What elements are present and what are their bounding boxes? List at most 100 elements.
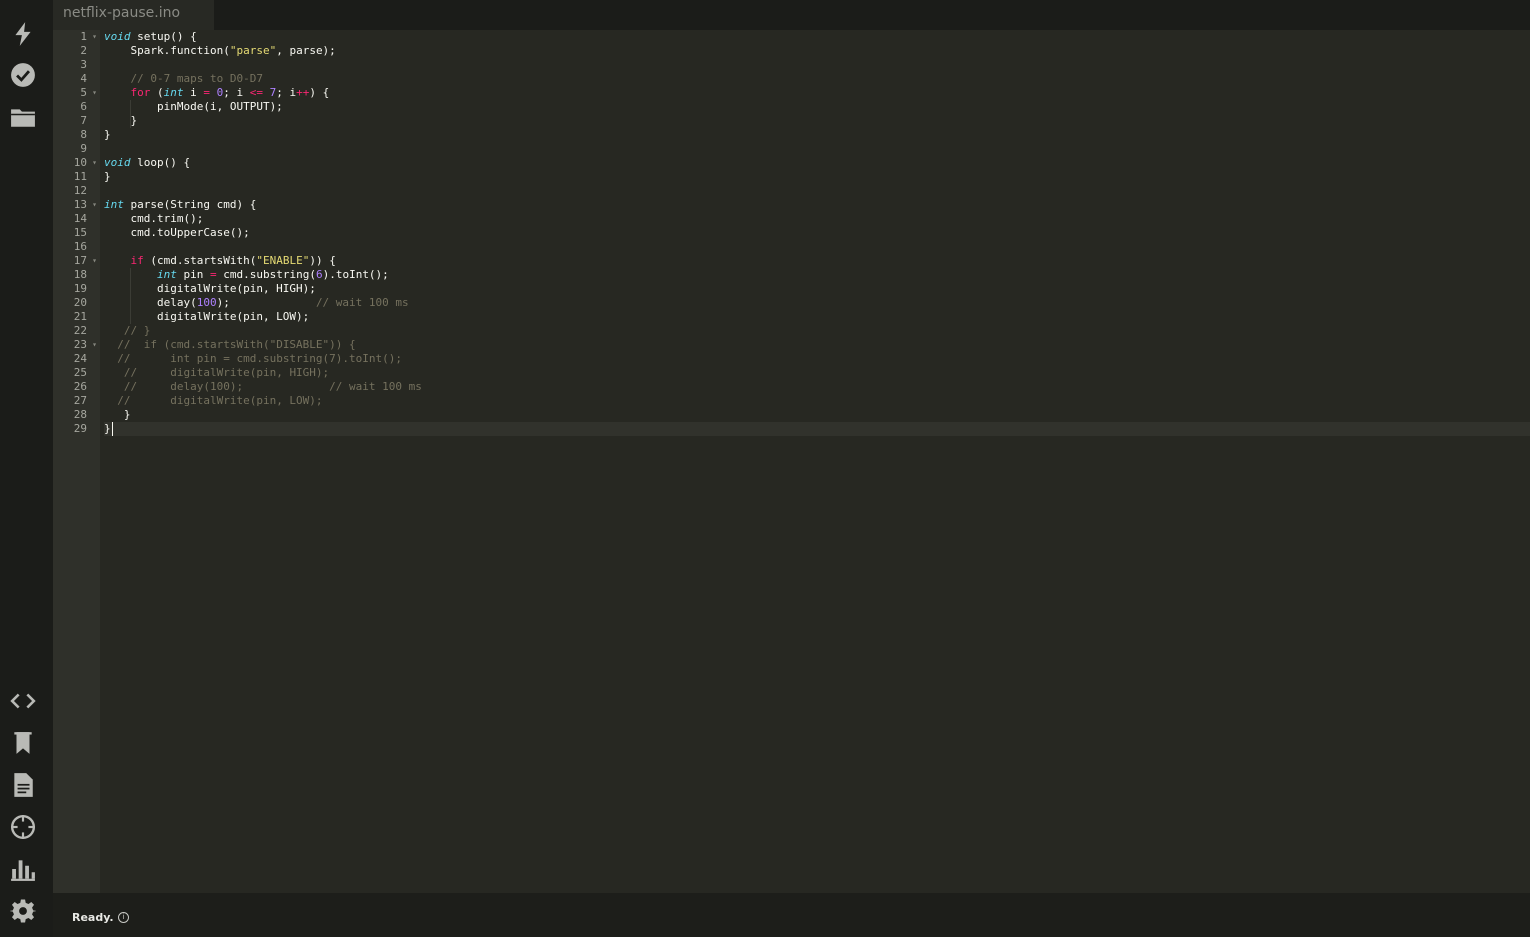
flash-icon[interactable] xyxy=(8,19,38,49)
fold-arrow-icon[interactable]: ▾ xyxy=(92,198,97,212)
code-token: "parse" xyxy=(229,44,277,57)
line-number: 13 ▾ xyxy=(53,198,100,212)
fold-arrow-icon[interactable]: ▾ xyxy=(92,254,97,268)
fold-arrow-icon[interactable]: ▾ xyxy=(92,86,97,100)
code-line[interactable]: // int pin = cmd.substring(7).toInt(); xyxy=(104,352,1530,366)
line-number: 10 ▾ xyxy=(53,156,100,170)
code-token: } xyxy=(104,114,138,127)
code-line[interactable]: void loop() { xyxy=(104,156,1530,170)
line-number: 3 xyxy=(53,58,100,72)
line-number: 18 xyxy=(53,268,100,282)
line-number-text: 10 xyxy=(73,156,87,169)
fold-arrow-icon[interactable]: ▾ xyxy=(92,338,97,352)
code-token: digitalWrite(pin, LOW); xyxy=(104,310,310,323)
info-icon[interactable]: i xyxy=(118,912,129,923)
code-token: , parse); xyxy=(276,44,336,57)
code-line[interactable]: // if (cmd.startsWith("DISABLE")) { xyxy=(104,338,1530,352)
file-tab[interactable]: netflix-pause.ino xyxy=(53,0,214,30)
code-line[interactable]: // delay(100); // wait 100 ms xyxy=(104,380,1530,394)
line-number-text: 22 xyxy=(73,324,87,337)
code-line[interactable]: pinMode(i, OUTPUT); xyxy=(104,100,1530,114)
line-number: 21 xyxy=(53,310,100,324)
code-line[interactable]: digitalWrite(pin, HIGH); xyxy=(104,282,1530,296)
code-line[interactable]: cmd.toUpperCase(); xyxy=(104,226,1530,240)
line-number: 29 xyxy=(53,422,100,436)
code-line[interactable] xyxy=(104,142,1530,156)
settings-icon[interactable] xyxy=(8,896,38,926)
line-number: 2 xyxy=(53,44,100,58)
code-line[interactable]: } xyxy=(104,114,1530,128)
console-icon[interactable] xyxy=(8,854,38,884)
line-number: 14 xyxy=(53,212,100,226)
code-token: ; i xyxy=(223,86,250,99)
code-token: "ENABLE" xyxy=(256,254,310,267)
code-line[interactable]: // digitalWrite(pin, LOW); xyxy=(104,394,1530,408)
line-number-text: 6 xyxy=(80,100,87,113)
libraries-icon[interactable] xyxy=(8,728,38,758)
line-number-text: 1 xyxy=(80,30,87,43)
indent-guide xyxy=(130,268,131,282)
line-number-text: 23 xyxy=(73,338,87,351)
code-token: } xyxy=(104,422,111,435)
line-number-text: 29 xyxy=(73,422,87,435)
sidebar xyxy=(0,0,53,937)
code-token: // if (cmd.startsWith("DISABLE")) { xyxy=(117,338,356,351)
code-line[interactable]: } xyxy=(104,128,1530,142)
code-token: // digitalWrite(pin, LOW); xyxy=(117,394,323,407)
code-token: 100 xyxy=(196,296,217,309)
code-line[interactable]: } xyxy=(104,422,1530,436)
code-line[interactable]: delay(100); // wait 100 ms xyxy=(104,296,1530,310)
indent-guide xyxy=(130,282,131,296)
line-number: 22 xyxy=(53,324,100,338)
line-number: 27 xyxy=(53,394,100,408)
code-line[interactable]: for (int i = 0; i <= 7; i++) { xyxy=(104,86,1530,100)
code-token: int xyxy=(163,86,184,99)
code-line[interactable]: } xyxy=(104,408,1530,422)
line-number: 15 xyxy=(53,226,100,240)
code-line[interactable]: int pin = cmd.substring(6).toInt(); xyxy=(104,268,1530,282)
verify-icon[interactable] xyxy=(8,60,38,90)
code-line[interactable]: Spark.function("parse", parse); xyxy=(104,44,1530,58)
line-number-text: 27 xyxy=(73,394,87,407)
code-line[interactable]: // 0-7 maps to D0-D7 xyxy=(104,72,1530,86)
code-token: setup() { xyxy=(130,30,197,43)
code-line[interactable] xyxy=(104,58,1530,72)
code-token: cmd.toUpperCase(); xyxy=(104,226,250,239)
indent-guide xyxy=(130,310,131,324)
code-line[interactable]: int parse(String cmd) { xyxy=(104,198,1530,212)
code-line[interactable]: void setup() { xyxy=(104,30,1530,44)
code-token: )) { xyxy=(309,254,336,267)
code-line[interactable] xyxy=(104,240,1530,254)
line-number-text: 20 xyxy=(73,296,87,309)
code-line[interactable]: if (cmd.startsWith("ENABLE")) { xyxy=(104,254,1530,268)
docs-icon[interactable] xyxy=(8,770,38,800)
code-token: } xyxy=(104,128,111,141)
line-number-text: 9 xyxy=(80,142,87,155)
line-number: 7 xyxy=(53,114,100,128)
code-editor[interactable]: 1 ▾ 2 3 4 5 ▾ 6 7 8 9 10 ▾ 11 12 13 ▾ 14 15 16 17 ▾ 18 19 20 21 22… xyxy=(53,30,1530,893)
line-number-text: 19 xyxy=(73,282,87,295)
code-line[interactable]: cmd.trim(); xyxy=(104,212,1530,226)
line-number-text: 4 xyxy=(80,72,87,85)
code-token: } xyxy=(104,408,131,421)
code-line[interactable] xyxy=(104,184,1530,198)
code-token: <= xyxy=(249,86,263,99)
code-line[interactable]: } xyxy=(104,170,1530,184)
code-line[interactable]: // } xyxy=(104,324,1530,338)
code-icon[interactable] xyxy=(8,686,38,716)
fold-arrow-icon[interactable]: ▾ xyxy=(92,156,97,170)
fold-arrow-icon[interactable]: ▾ xyxy=(92,30,97,44)
line-number: 20 xyxy=(53,296,100,310)
devices-icon[interactable] xyxy=(8,812,38,842)
code-line[interactable]: // digitalWrite(pin, HIGH); xyxy=(104,366,1530,380)
code-line[interactable]: digitalWrite(pin, LOW); xyxy=(104,310,1530,324)
line-number-text: 2 xyxy=(80,44,87,57)
files-icon[interactable] xyxy=(8,102,38,132)
line-number: 25 xyxy=(53,366,100,380)
